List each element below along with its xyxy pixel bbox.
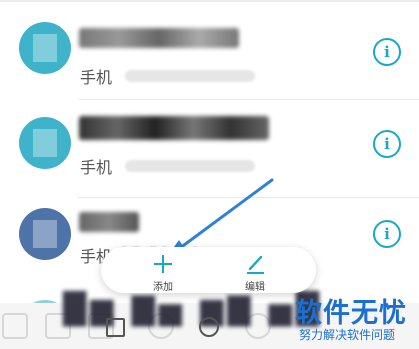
phone-label: 手机 — [80, 158, 113, 177]
watermark-title: 软件无忧 — [295, 298, 407, 329]
watermark: 软件无忧 努力解决软件问题 — [289, 289, 419, 349]
blurred-content: █▆ ▇▅ ▆▇ ▅█ — [63, 292, 323, 327]
watermark-subtitle: 努力解决软件问题 — [299, 328, 396, 342]
avatar — [19, 208, 71, 260]
edit-button[interactable]: 编辑 — [225, 247, 285, 293]
action-popup: 添加 编辑 — [101, 247, 316, 293]
phone-number — [125, 70, 255, 82]
edit-label: 编辑 — [245, 282, 265, 293]
recent-apps-button[interactable] — [106, 318, 125, 337]
phone-number — [125, 160, 255, 172]
info-icon[interactable]: i — [373, 130, 401, 158]
contact-name — [79, 206, 249, 234]
home-button[interactable] — [199, 317, 219, 337]
contact-name — [79, 22, 249, 50]
phone-label: 手机 — [80, 68, 113, 87]
add-label: 添加 — [153, 282, 173, 293]
contact-name — [79, 110, 269, 140]
contact-row[interactable]: 手机 i — [0, 100, 419, 200]
info-icon[interactable]: i — [373, 38, 401, 66]
add-button[interactable]: 添加 — [133, 247, 193, 293]
plus-icon — [154, 255, 172, 273]
avatar — [19, 22, 71, 74]
info-icon[interactable]: i — [373, 220, 401, 248]
edit-icon — [247, 255, 264, 274]
contact-row[interactable]: 手机 i — [0, 0, 419, 100]
avatar — [19, 117, 71, 169]
